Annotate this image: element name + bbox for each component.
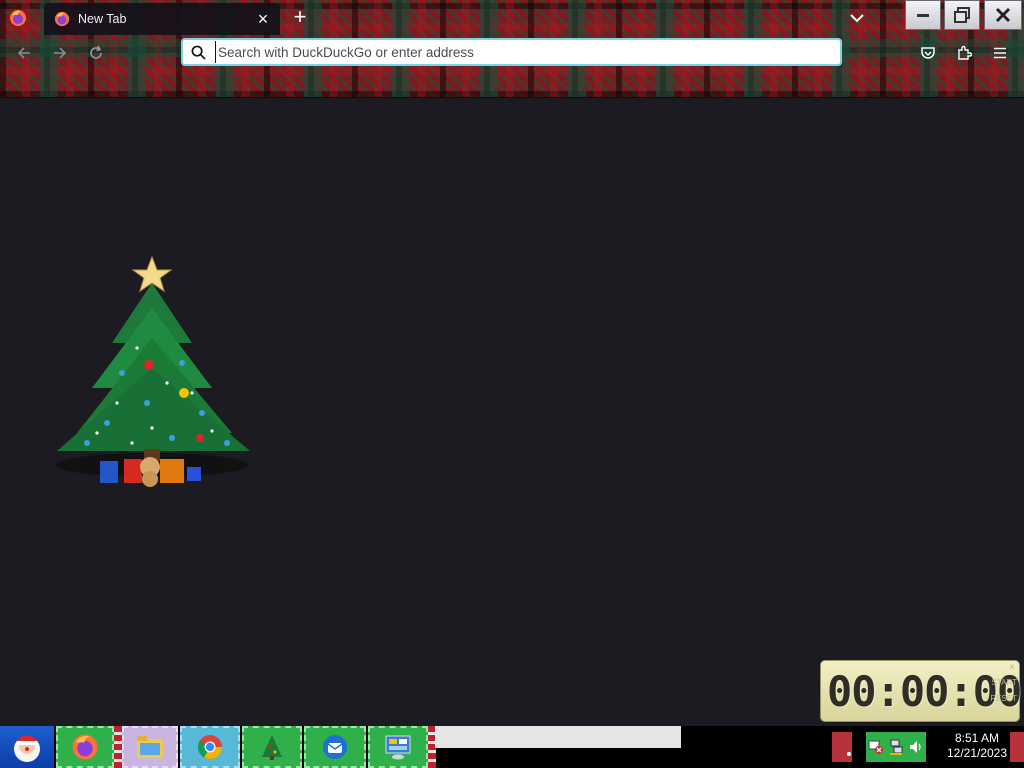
christmas-tree-icon — [262, 735, 282, 760]
control-panel-icon — [385, 735, 411, 760]
chevron-down-icon — [850, 14, 864, 23]
close-tab-icon[interactable]: × — [252, 8, 274, 30]
puzzle-piece-icon — [958, 45, 972, 60]
reload-button[interactable] — [85, 42, 107, 64]
minimize-icon — [917, 14, 929, 17]
timer-display: 00:00:00 — [827, 667, 1022, 716]
timer-start-button[interactable]: START — [992, 678, 1017, 687]
timer-close-button[interactable]: × — [1009, 662, 1015, 673]
volume-icon[interactable] — [908, 739, 924, 755]
timer-reset-button[interactable]: RESET — [990, 694, 1017, 703]
chrome-icon — [197, 735, 222, 760]
close-icon — [995, 7, 1011, 23]
restore-icon — [954, 7, 970, 23]
taskbar-clock[interactable]: 8:51 AM 12/21/2023 — [944, 731, 1010, 761]
back-button[interactable] — [13, 42, 35, 64]
tab-new-tab[interactable]: New Tab × — [44, 3, 280, 35]
address-input[interactable] — [215, 41, 840, 63]
url-bar[interactable] — [181, 38, 842, 66]
taskbar-separator — [114, 726, 122, 768]
tray-show-hidden-button[interactable] — [832, 732, 852, 762]
firefox-icon — [72, 734, 98, 760]
taskbar-chrome[interactable] — [180, 726, 240, 768]
taskbar-file-explorer[interactable] — [122, 726, 178, 768]
tab-title: New Tab — [78, 12, 127, 26]
clock-date: 12/21/2023 — [946, 746, 1008, 760]
arrow-right-icon — [54, 47, 67, 59]
taskbar-christmas-tree[interactable] — [242, 726, 302, 768]
minimize-window-button[interactable] — [905, 0, 941, 30]
taskbar-search-box[interactable] — [435, 726, 681, 748]
restore-window-button[interactable] — [944, 0, 980, 30]
system-tray — [866, 732, 926, 762]
christmas-tree-icon — [56, 255, 250, 487]
dot-icon — [847, 752, 851, 756]
close-window-button[interactable] — [984, 0, 1022, 30]
show-desktop-button[interactable] — [1010, 732, 1024, 762]
search-icon — [191, 44, 207, 60]
firefox-icon — [54, 11, 70, 27]
browser-toolbar: New Tab × + — [0, 0, 1024, 98]
taskbar-thunderbird[interactable] — [304, 726, 366, 768]
countdown-timer-gadget: 00:00:00 × START RESET — [820, 660, 1022, 722]
hamburger-menu-icon — [994, 47, 1006, 59]
app-menu-button[interactable] — [989, 42, 1011, 64]
network-icon[interactable] — [888, 739, 904, 755]
new-tab-button[interactable]: + — [289, 6, 311, 29]
firefox-view-button[interactable] — [6, 6, 30, 30]
taskbar: 8:51 AM 12/21/2023 — [0, 726, 1024, 768]
forward-button[interactable] — [49, 42, 71, 64]
firefox-icon — [10, 10, 26, 26]
network-error-icon[interactable] — [868, 739, 884, 755]
taskbar-control-panel[interactable] — [368, 726, 428, 768]
santa-icon — [14, 735, 40, 762]
reload-icon — [90, 45, 102, 59]
arrow-left-icon — [17, 47, 30, 59]
thunderbird-icon — [323, 735, 347, 759]
taskbar-firefox[interactable] — [56, 726, 114, 768]
pocket-icon — [921, 47, 935, 59]
extensions-button[interactable] — [953, 42, 975, 64]
start-button[interactable] — [0, 726, 54, 768]
list-all-tabs-button[interactable] — [846, 8, 868, 28]
save-to-pocket-button[interactable] — [917, 42, 939, 64]
clock-time: 8:51 AM — [954, 731, 1000, 745]
folder-icon — [137, 736, 163, 758]
